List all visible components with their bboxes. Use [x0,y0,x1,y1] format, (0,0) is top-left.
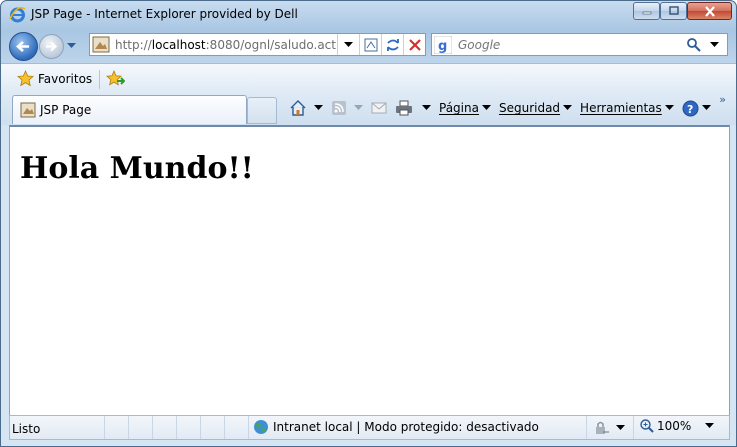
more-commands-chevron-icon[interactable]: » [719,93,726,106]
stop-icon [408,38,421,51]
url-rest: :8080/ognl/saludo.action [205,37,337,52]
chevron-down-icon [563,105,573,110]
svg-text:g: g [438,39,447,54]
search-input[interactable] [458,37,686,52]
maximize-icon [668,6,679,15]
status-divider [200,416,201,439]
home-button[interactable] [289,99,323,117]
stop-button[interactable] [403,34,425,55]
status-divider [176,416,177,439]
search-box[interactable]: g [431,33,728,56]
page-menu[interactable]: Página [439,101,491,115]
compatibility-view-button[interactable] [359,34,381,55]
star-icon [17,70,34,87]
page-heading: Hola Mundo!! [20,151,254,186]
status-divider [248,416,249,439]
status-bar: Listo Intranet local | Modo protegido: d… [9,415,730,440]
back-arrow-icon [16,41,29,52]
zoom-button[interactable]: 100% [640,419,715,433]
window-controls [633,2,732,20]
compatibility-view-icon [364,38,377,51]
zoom-icon [640,419,654,433]
tab-bar: JSP Page Página Seguridad Herramientas ?… [1,93,736,125]
tab-jsp-page[interactable]: JSP Page [12,95,247,124]
browser-window: JSP Page - Internet Explorer provided by… [0,0,737,447]
help-button[interactable]: ? [682,100,711,117]
minimize-icon [642,11,651,15]
back-button[interactable] [9,32,38,61]
chevron-down-icon [705,423,715,428]
page-favicon [92,36,110,53]
address-url[interactable]: http://localhost:8080/ognl/saludo.action [115,38,337,52]
status-divider [152,416,153,439]
address-dropdown-button[interactable] [337,34,359,55]
url-host: localhost [151,37,206,52]
zoom-level: 100% [657,419,692,433]
page-menu-label: Página [439,101,479,115]
security-zone[interactable]: Intranet local | Modo protegido: desacti… [253,419,539,435]
navigation-bar: http://localhost:8080/ognl/saludo.action… [1,29,736,63]
security-zone-label: Intranet local | Modo protegido: desacti… [273,420,539,434]
favorites-button[interactable]: Favoritos [17,70,92,87]
tab-label: JSP Page [40,103,92,117]
command-bar: Página Seguridad Herramientas ? [289,97,719,119]
status-divider [104,416,105,439]
status-divider [633,416,634,439]
read-mail-button[interactable] [371,102,387,114]
title-bar: JSP Page - Internet Explorer provided by… [1,1,736,29]
chevron-down-icon[interactable] [422,105,431,111]
help-icon: ? [682,100,699,116]
tools-menu[interactable]: Herramientas [580,101,674,115]
google-logo-icon: g [434,35,452,54]
printer-icon [396,100,412,116]
close-icon [704,5,715,17]
feeds-button[interactable] [331,100,363,116]
page-favicon [20,102,36,118]
chevron-down-icon [616,425,625,430]
forward-arrow-icon [46,41,58,52]
add-to-favorites-bar-icon[interactable] [106,70,125,88]
url-prefix: http:// [115,37,152,52]
chevron-down-icon [344,41,353,47]
protected-mode-button[interactable] [593,420,625,436]
status-text: Listo [12,422,41,436]
chevron-down-icon[interactable] [354,105,363,111]
refresh-button[interactable] [381,34,403,55]
chevron-down-icon [664,105,674,110]
chevron-down-icon [701,105,711,110]
minimize-button[interactable] [633,2,660,20]
favorites-label: Favoritos [38,71,93,86]
home-icon [290,100,306,116]
page-content: Hola Mundo!! [9,125,730,415]
svg-text:?: ? [687,103,693,116]
search-icon[interactable] [686,37,702,53]
status-divider [224,416,225,439]
chevron-down-icon[interactable] [314,105,323,111]
globe-icon [254,420,268,434]
address-bar[interactable]: http://localhost:8080/ognl/saludo.action [89,33,426,56]
mail-icon [371,102,387,114]
status-divider [586,416,587,439]
lock-arrow-icon [596,421,609,434]
status-divider [128,416,129,439]
forward-button[interactable] [39,34,64,59]
rss-feed-icon [332,101,346,115]
internet-explorer-icon [9,6,26,23]
favorites-separator [99,70,100,89]
favorites-bar: Favoritos [1,63,736,93]
search-options-dropdown-icon[interactable] [710,41,719,48]
print-button[interactable] [395,100,431,116]
refresh-icon [386,38,399,51]
tools-menu-label: Herramientas [580,101,662,115]
maximize-button[interactable] [660,2,687,20]
safety-menu-label: Seguridad [498,101,561,115]
chevron-down-icon [481,105,491,110]
window-title: JSP Page - Internet Explorer provided by… [31,7,298,21]
history-dropdown-icon[interactable] [67,43,76,49]
close-button[interactable] [687,2,732,20]
new-tab-button[interactable] [247,97,277,124]
safety-menu[interactable]: Seguridad [498,101,573,115]
